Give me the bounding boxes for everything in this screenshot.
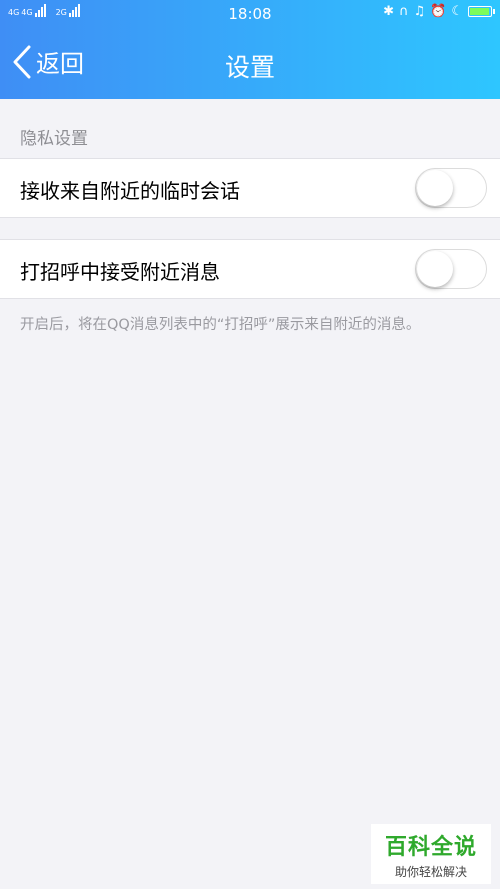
watermark-main-text: 百科全说 — [384, 835, 477, 860]
section-title-privacy: 隐私设置 — [20, 129, 88, 149]
bluetooth-icon: ✱ — [383, 4, 394, 19]
status-bar: 4G 4G 2G 18:08 ✱ ∩ ♫ ⏰ ☾ — [0, 0, 500, 26]
setting-label: 打招呼中接受附近消息 — [20, 260, 220, 284]
silent-icon: ♫ — [413, 4, 426, 19]
toggle-knob — [417, 251, 453, 287]
watermark-sub-text: 助你轻松解决 — [394, 865, 467, 879]
greeting-nearby-toggle[interactable] — [415, 249, 487, 289]
battery-icon — [468, 6, 495, 17]
alarm-icon: ⏰ — [430, 4, 447, 19]
setting-row-greeting-nearby: 打招呼中接受附近消息 — [0, 239, 500, 299]
page-title: 设置 — [224, 53, 275, 82]
navigation-bar: 返回 设置 — [0, 30, 500, 96]
toggle-knob — [417, 170, 453, 206]
watermark-logo: 百科全说 助你轻松解决 — [371, 824, 491, 884]
header-bar: 4G 4G 2G 18:08 ✱ ∩ ♫ ⏰ ☾ 返回 设置 — [0, 0, 500, 99]
setting-description: 开启后，将在QQ消息列表中的“打招呼”展示来自附近的消息。 — [20, 317, 421, 333]
setting-label: 接收来自附近的临时会话 — [20, 179, 240, 203]
headset-icon: ∩ — [398, 4, 409, 19]
moon-icon: ☾ — [451, 4, 463, 19]
status-icons: ✱ ∩ ♫ ⏰ ☾ — [383, 4, 495, 19]
nearby-temp-chat-toggle[interactable] — [415, 168, 487, 208]
setting-row-nearby-temp-chat: 接收来自附近的临时会话 — [0, 158, 500, 218]
